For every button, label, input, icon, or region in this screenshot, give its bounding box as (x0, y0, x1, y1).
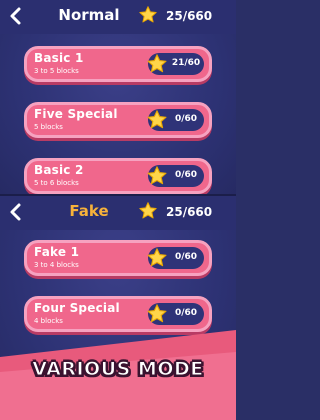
star-icon (139, 202, 157, 219)
page-title: Normal (58, 6, 120, 24)
star-icon (139, 6, 157, 23)
level-description: 5 blocks (34, 123, 63, 131)
level-name: Five Special (34, 107, 118, 121)
level-description: 3 to 4 blocks (34, 261, 79, 269)
progress-pill: 0/60 (147, 303, 204, 325)
level-card-basic-2[interactable]: Basic 2 5 to 6 blocks 0/60 (24, 158, 212, 196)
star-icon (147, 110, 167, 129)
level-name: Fake 1 (34, 245, 80, 259)
level-description: 3 to 5 blocks (34, 67, 79, 75)
chevron-left-icon[interactable] (6, 202, 26, 222)
level-progress: 0/60 (174, 308, 198, 318)
star-icon (147, 166, 167, 185)
level-name: Basic 2 (34, 163, 84, 177)
normal-mode-screen: Normal 25/660 Basic 1 3 to 5 blocks 21/6… (0, 0, 236, 196)
header-bar: Normal 25/660 (0, 0, 236, 34)
level-progress: 21/60 (171, 58, 201, 68)
level-card-four-special[interactable]: Four Special 4 blocks 0/60 (24, 296, 212, 336)
total-star-count: 25/660 (166, 205, 213, 219)
level-card-basic-1[interactable]: Basic 1 3 to 5 blocks 21/60 (24, 46, 212, 86)
level-description: 5 to 6 blocks (34, 179, 79, 187)
level-progress: 0/60 (174, 170, 198, 180)
progress-pill: 0/60 (147, 247, 204, 269)
level-name: Four Special (34, 301, 120, 315)
star-icon (147, 304, 167, 323)
level-progress: 0/60 (174, 252, 198, 262)
star-icon (147, 248, 167, 267)
mode-banner-caption: VARIOUS MODE (32, 358, 204, 381)
progress-pill: 21/60 (147, 53, 204, 75)
star-icon (147, 54, 167, 73)
level-description: 4 blocks (34, 317, 63, 325)
header-bar: Fake 25/660 (0, 196, 236, 230)
level-name: Basic 1 (34, 51, 84, 65)
total-star-count: 25/660 (166, 9, 213, 23)
level-card-fake-1[interactable]: Fake 1 3 to 4 blocks 0/60 (24, 240, 212, 280)
level-progress: 0/60 (174, 114, 198, 124)
progress-pill: 0/60 (147, 109, 204, 131)
level-card-five-special[interactable]: Five Special 5 blocks 0/60 (24, 102, 212, 142)
chevron-left-icon[interactable] (6, 6, 26, 26)
page-title: Fake (69, 202, 109, 220)
progress-pill: 0/60 (147, 165, 204, 187)
